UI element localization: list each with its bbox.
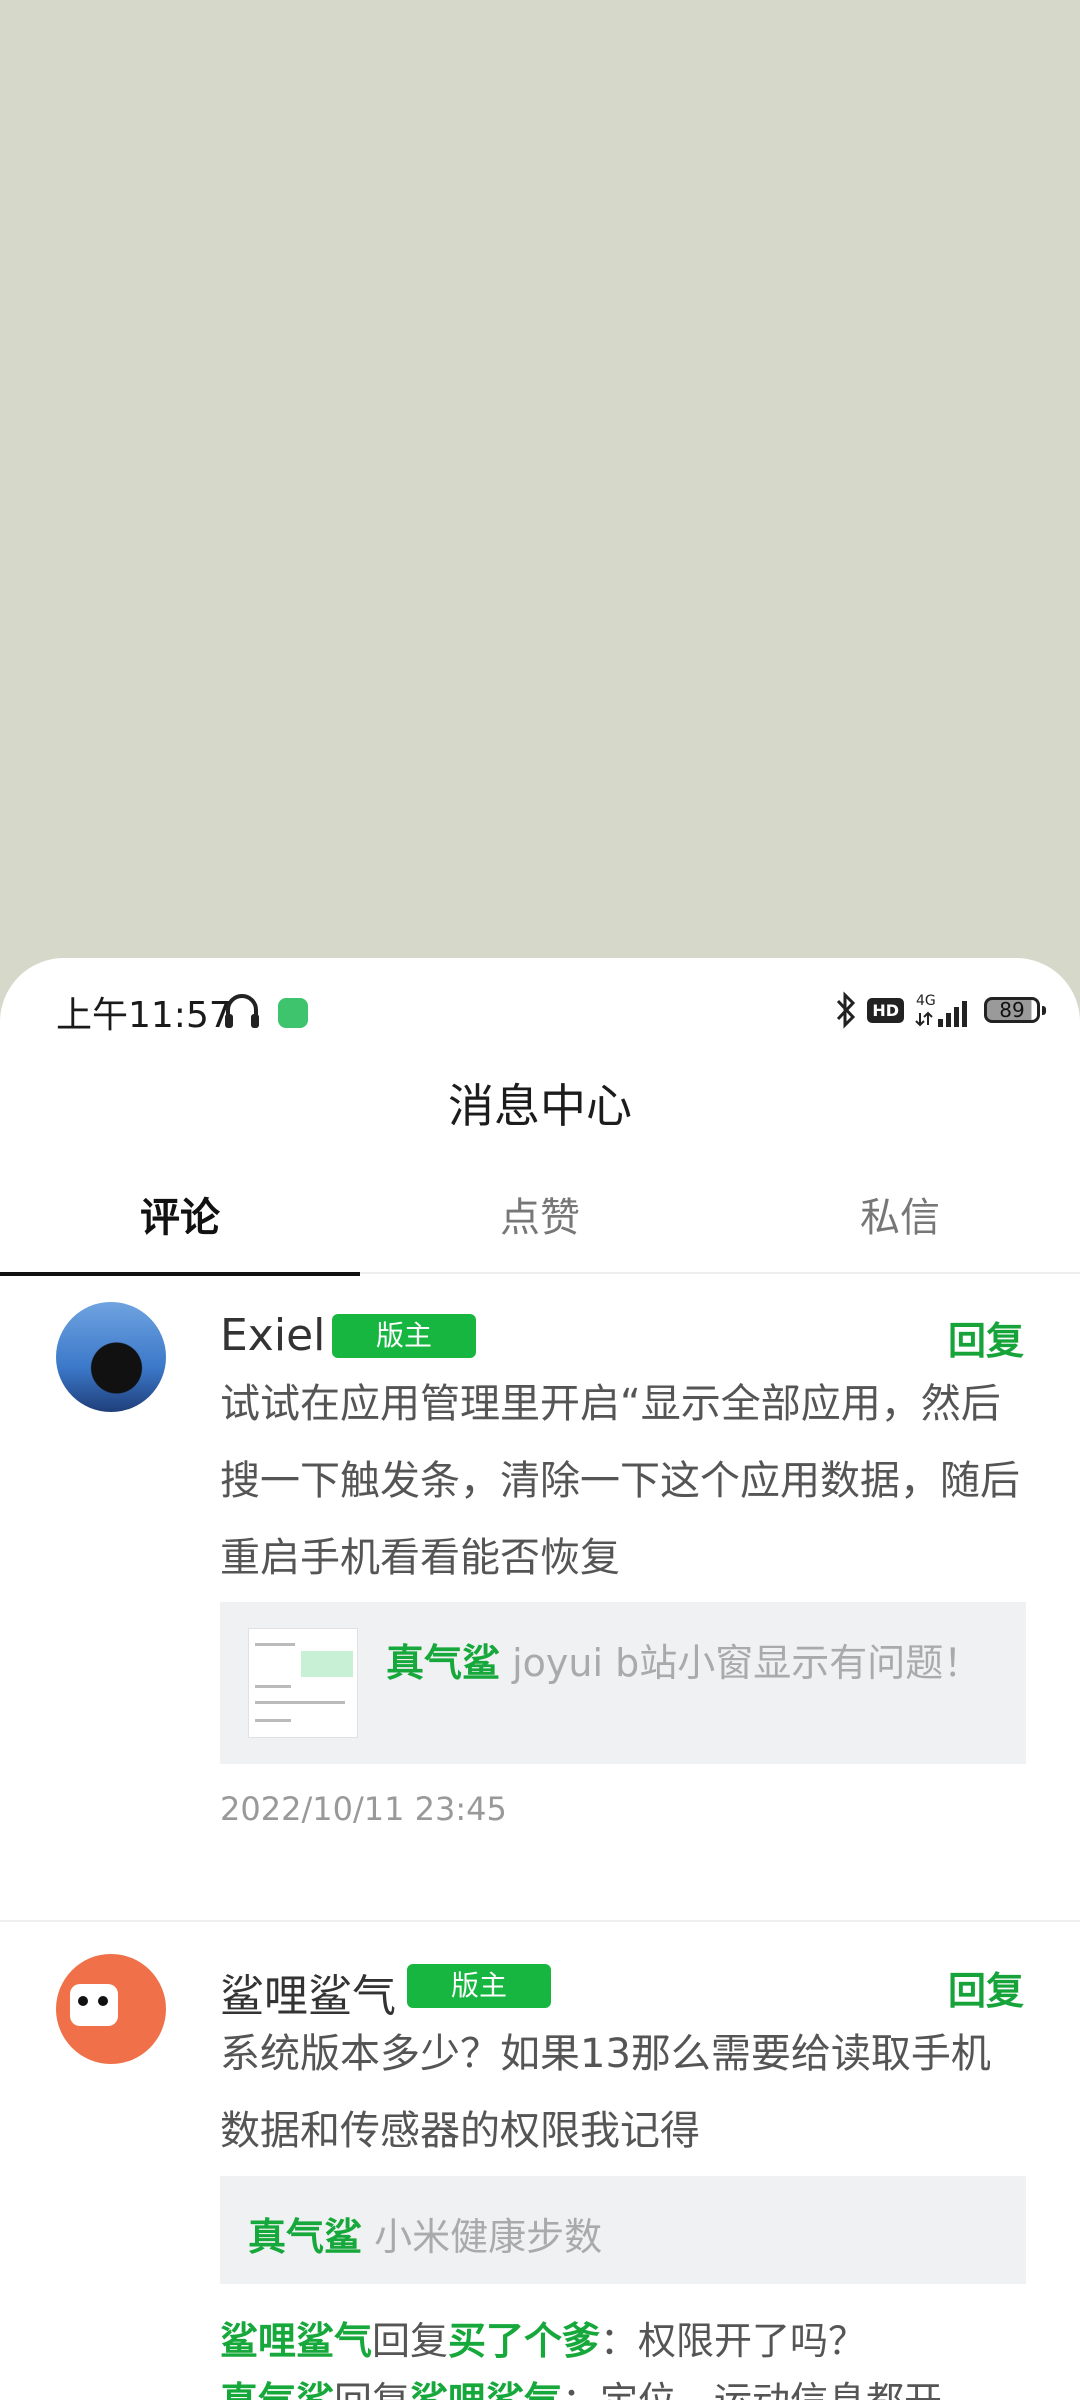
hd-icon: HD <box>867 997 904 1023</box>
status-time: 上午11:57 <box>56 995 232 1036</box>
tab-likes[interactable]: 点赞 <box>360 1170 720 1272</box>
reply-button[interactable]: 回复 <box>948 1310 1024 1365</box>
quoted-post-thumbnail <box>248 1628 358 1738</box>
comment-username[interactable]: Exiel <box>220 1310 325 1361</box>
tab-messages[interactable]: 私信 <box>720 1170 1080 1272</box>
moderator-badge: 版主 <box>332 1314 476 1358</box>
avatar[interactable] <box>56 1954 166 2064</box>
moderator-badge: 版主 <box>407 1964 551 2008</box>
headphone-icon <box>225 994 259 1028</box>
quoted-post-line: 真气鲨 小米健康步数 <box>248 2206 602 2261</box>
network-label: 4G <box>916 993 936 1009</box>
sub-reply-verb: 回复 <box>334 2379 410 2400</box>
sub-reply-text: ：定位，运动信息都开 <box>562 2379 942 2400</box>
tab-comments[interactable]: 评论 <box>0 1170 360 1276</box>
battery-indicator: 89 <box>984 997 1046 1023</box>
sub-reply[interactable]: 真气鲨回复鲨哩鲨气：定位，运动信息都开 <box>220 2370 942 2400</box>
comment-text: 试试在应用管理里开启“显示全部应用，然后搜一下触发条，清除一下这个应用数据，随后… <box>220 1381 1020 1581</box>
chat-notification-icon <box>278 998 308 1028</box>
comment-card: Exiel 版主 回复 试试在应用管理里开启“显示全部应用，然后搜一下触发条，清… <box>0 1274 1080 1878</box>
comment-text: 系统版本多少？如果13那么需要给读取手机数据和传感器的权限我记得 <box>220 2031 991 2154</box>
message-center-sheet: 上午11:57 HD 4G 89 消息中心 评论 点赞 私信 Exiel 版主 … <box>0 958 1080 2400</box>
page-title: 消息中心 <box>448 1079 632 1133</box>
sub-reply[interactable]: 鲨哩鲨气回复买了个爹：权限开了吗？ <box>220 2310 866 2365</box>
sub-reply-text: ：权限开了吗？ <box>600 2319 867 2363</box>
tab-bar: 评论 点赞 私信 <box>0 1170 1080 1276</box>
quoted-text: 小米健康步数 <box>362 2215 603 2259</box>
sub-reply-to[interactable]: 买了个爹 <box>448 2319 600 2363</box>
comment-timestamp: 2022/10/11 23:45 <box>220 1790 507 1828</box>
quoted-author: 真气鲨 <box>386 1641 501 1685</box>
sub-reply-to[interactable]: 鲨哩鲨气 <box>410 2379 562 2400</box>
status-bar: 上午11:57 HD 4G 89 <box>0 958 1080 1062</box>
comment-username[interactable]: 鲨哩鲨气 <box>220 1960 396 2024</box>
bluetooth-icon <box>837 991 856 1029</box>
quoted-post[interactable]: 真气鲨 joyui b站小窗显示有问题！ <box>220 1602 1026 1764</box>
avatar[interactable] <box>56 1302 166 1412</box>
quoted-author: 真气鲨 <box>248 2215 363 2259</box>
sub-reply-verb: 回复 <box>372 2319 449 2363</box>
sub-reply-from[interactable]: 真气鲨 <box>220 2379 334 2400</box>
reply-button[interactable]: 回复 <box>948 1960 1024 2015</box>
signal-icon: 4G <box>915 993 967 1027</box>
quoted-text: joyui b站小窗显示有问题！ <box>500 1641 982 1685</box>
quoted-post-line: 真气鲨 joyui b站小窗显示有问题！ <box>386 1632 981 1687</box>
divider <box>0 1920 1080 1922</box>
quoted-post[interactable]: 真气鲨 小米健康步数 <box>220 2176 1026 2284</box>
sub-reply-from[interactable]: 鲨哩鲨气 <box>220 2319 372 2363</box>
status-right-group: HD 4G 89 <box>835 988 1046 1032</box>
comment-card: 鲨哩鲨气 版主 回复 系统版本多少？如果13那么需要给读取手机数据和传感器的权限… <box>0 1924 1080 2400</box>
